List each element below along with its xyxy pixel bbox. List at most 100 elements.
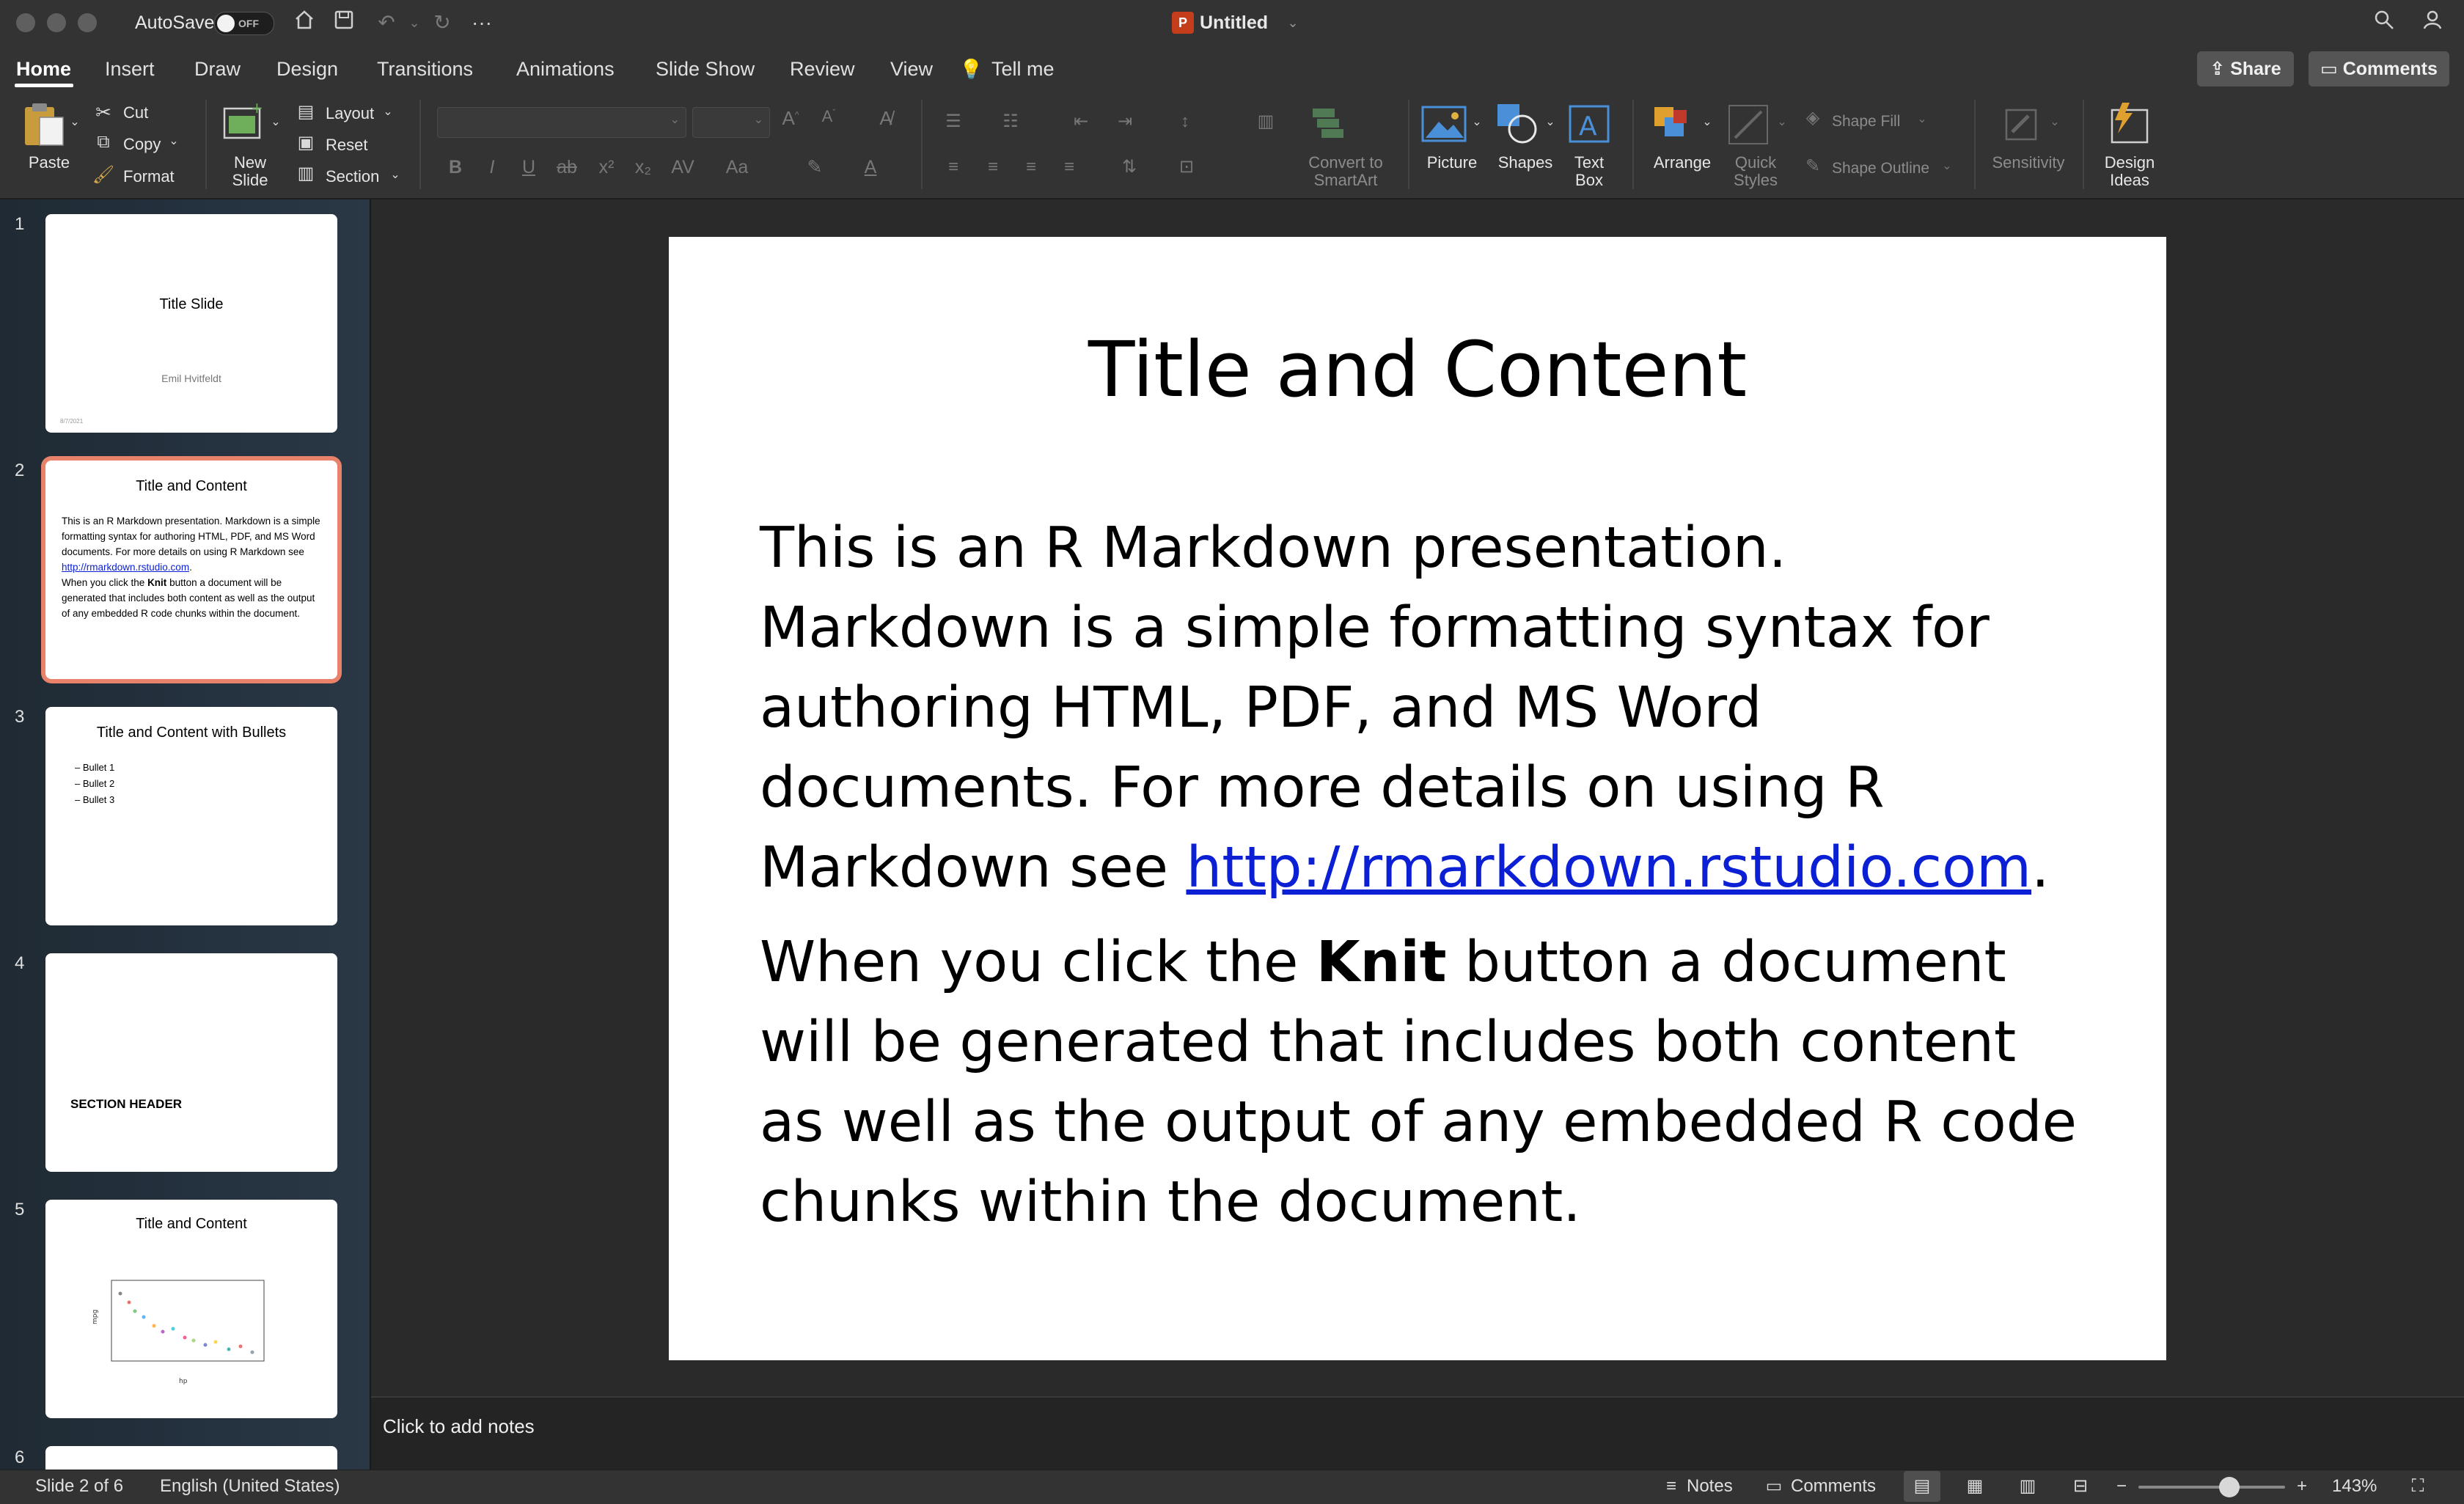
tab-draw[interactable]: Draw [194,45,241,92]
font-size-select[interactable]: ⌄ [692,107,770,138]
arrange-icon[interactable] [1651,104,1695,145]
picture-dropdown-icon[interactable]: ⌄ [1470,114,1484,129]
tab-slide-show[interactable]: Slide Show [656,45,755,92]
slide-paragraph-1[interactable]: This is an R Markdown presentation. Mark… [760,508,2094,908]
slide-thumbnail-4[interactable]: SECTION HEADER [45,953,337,1172]
superscript-icon[interactable]: x² [591,152,622,183]
format-painter-button[interactable]: Format [123,166,175,187]
strikethrough-icon[interactable]: ab [551,152,582,183]
tab-transitions[interactable]: Transitions [377,45,473,92]
fit-to-window-icon[interactable]: ⛶ [2405,1474,2430,1499]
shape-fill-button[interactable]: Shape Fill [1832,111,1900,132]
shape-fill-dropdown-icon[interactable]: ⌄ [1915,111,1929,126]
layout-dropdown-icon[interactable]: ⌄ [380,104,396,119]
sensitivity-icon[interactable] [2002,103,2043,144]
zoom-out-icon[interactable]: − [2109,1474,2134,1499]
paste-dropdown-icon[interactable]: ⌄ [67,114,82,129]
slide-thumbnail-6[interactable] [45,1446,337,1470]
slide-paragraph-2[interactable]: When you click the Knit button a documen… [760,922,2094,1242]
new-slide-icon[interactable]: + [221,99,265,145]
quick-styles-dropdown-icon[interactable]: ⌄ [1775,114,1789,129]
bold-icon[interactable]: B [440,152,471,183]
text-box-icon[interactable]: A [1568,104,1610,144]
minimize-window-button[interactable] [47,13,66,32]
italic-icon[interactable]: I [477,152,507,183]
copy-button[interactable]: Copy [123,134,161,155]
current-slide[interactable]: Title and Content This is an R Markdown … [669,237,2166,1360]
zoom-level[interactable]: 143% [2332,1470,2377,1503]
tab-animations[interactable]: Animations [516,45,615,92]
sensitivity-dropdown-icon[interactable]: ⌄ [2047,114,2062,129]
autosave-toggle[interactable]: OFF [214,12,274,35]
zoom-in-icon[interactable]: + [2289,1474,2314,1499]
arrange-dropdown-icon[interactable]: ⌄ [1700,114,1715,129]
align-text-icon[interactable]: ⊡ [1170,153,1203,182]
subscript-icon[interactable]: x₂ [628,152,659,183]
slide-thumbnail-1[interactable]: Title Slide Emil Hvitfeldt 8/7/2021 [45,214,337,433]
home-icon[interactable] [290,9,318,37]
decrease-indent-icon[interactable]: ⇤ [1065,107,1097,136]
smartart-icon[interactable] [1310,106,1354,139]
decrease-font-size-icon[interactable]: Aˇ [815,107,842,126]
slide-title[interactable]: Title and Content [669,325,2166,414]
slide-thumbnail-3[interactable]: Title and Content with Bullets – Bullet … [45,707,337,925]
slide-show-icon[interactable]: ⊟ [2068,1474,2093,1499]
clear-formatting-icon[interactable]: A̸ [871,107,901,130]
increase-indent-icon[interactable]: ⇥ [1109,107,1141,136]
title-chevron-down-icon[interactable]: ⌄ [1279,9,1307,37]
highlight-icon[interactable]: ✎ [799,152,830,183]
comments-button[interactable]: ▭ Comments [2309,51,2449,87]
numbering-icon[interactable]: ☷ [994,107,1027,136]
zoom-slider-track[interactable] [2138,1486,2285,1489]
undo-icon[interactable]: ↶ [373,9,400,37]
language-indicator[interactable]: English (United States) [160,1470,340,1503]
section-dropdown-icon[interactable]: ⌄ [387,167,403,182]
search-icon[interactable] [2370,9,2398,37]
reset-button[interactable]: Reset [326,135,367,155]
comments-status-button[interactable]: Comments [1791,1470,1876,1503]
zoom-slider-thumb[interactable] [2219,1477,2240,1497]
columns-icon[interactable]: ▥ [1250,107,1282,136]
tab-design[interactable]: Design [276,45,338,92]
character-spacing-icon[interactable]: AV [667,152,698,183]
zoom-window-button[interactable] [78,13,97,32]
save-icon[interactable] [330,9,358,37]
tab-review[interactable]: Review [790,45,855,92]
text-direction-icon[interactable]: ⇅ [1113,153,1145,182]
slide-thumbnail-5[interactable]: Title and Content hp mpg [45,1200,337,1418]
tell-me-search[interactable]: Tell me [991,45,1055,92]
align-left-icon[interactable]: ≡ [937,153,969,182]
increase-font-size-icon[interactable]: A^ [777,107,804,130]
cut-button[interactable]: Cut [123,103,148,123]
slide-link[interactable]: http://rmarkdown.rstudio.com [1186,835,2031,900]
layout-button[interactable]: Layout [326,103,374,124]
reading-view-icon[interactable]: ▥ [2015,1474,2040,1499]
tab-view[interactable]: View [890,45,933,92]
bullets-icon[interactable]: ☰ [937,107,969,136]
close-window-button[interactable] [16,13,35,32]
quick-styles-icon[interactable] [1728,104,1772,145]
more-icon[interactable]: ··· [468,9,496,37]
shapes-icon[interactable] [1496,103,1540,144]
align-right-icon[interactable]: ≡ [1015,153,1047,182]
slide-thumbnail-2[interactable]: Title and Content This is an R Markdown … [45,461,337,679]
font-color-icon[interactable]: A [855,152,886,183]
slide-sorter-icon[interactable]: ▦ [1962,1474,1987,1499]
undo-dropdown-icon[interactable]: ⌄ [400,9,428,37]
tab-insert[interactable]: Insert [105,45,155,92]
shape-outline-button[interactable]: Shape Outline [1832,158,1929,179]
new-slide-dropdown-icon[interactable]: ⌄ [268,114,283,129]
shapes-dropdown-icon[interactable]: ⌄ [1543,114,1558,129]
normal-view-icon[interactable]: ▤ [1910,1474,1935,1499]
section-button[interactable]: Section [326,166,379,187]
redo-icon[interactable]: ↻ [428,9,456,37]
paste-icon[interactable] [21,101,67,150]
notes-pane[interactable]: Click to add notes [371,1396,2464,1471]
underline-icon[interactable]: U [513,152,544,183]
line-spacing-icon[interactable]: ↕ [1169,107,1201,136]
justify-icon[interactable]: ≡ [1053,153,1085,182]
shape-outline-dropdown-icon[interactable]: ⌄ [1940,158,1954,173]
design-ideas-icon[interactable] [2106,100,2152,147]
notes-placeholder[interactable]: Click to add notes [383,1415,535,1438]
picture-icon[interactable] [1421,106,1467,142]
